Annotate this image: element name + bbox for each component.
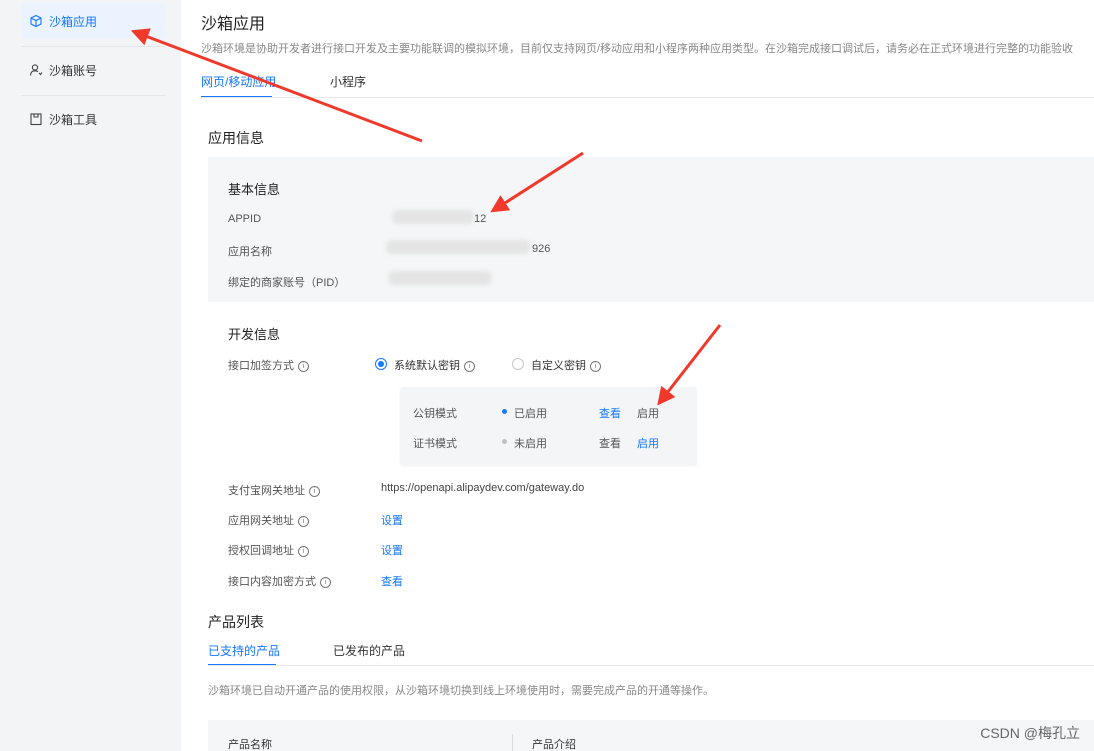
section-title-products: 产品列表 [208,614,264,630]
public-key-enable-text: 启用 [637,408,659,420]
key-mode-box: 公钥模式 已启用 查看 启用 证书模式 未启用 查看 启用 [400,387,697,465]
cert-mode-enable-link[interactable]: 启用 [637,435,659,451]
appid-value: 12 [474,213,487,225]
status-dot-disabled [502,439,507,444]
column-product-name: 产品名称 [228,739,272,751]
app-gateway-label: 应用网关地址 i [228,512,309,528]
info-icon[interactable]: i [590,361,601,372]
main-content: 沙箱应用 沙箱环境是协助开发者进行接口开发及主要功能联调的模拟环境，目前仅支持网… [181,0,1094,751]
encrypt-view-link[interactable]: 查看 [381,573,403,589]
encrypt-label-text: 接口内容加密方式 [228,576,316,588]
info-icon[interactable]: i [464,361,475,372]
tab-published-products[interactable]: 已发布的产品 [333,642,405,659]
sidebar-item-sandbox-app[interactable]: 沙箱应用 [21,3,165,39]
products-table-header: 产品名称 产品介绍 [208,720,1094,751]
pid-label: 绑定的商家账号（PID） [228,277,346,289]
gateway-label-text: 支付宝网关地址 [228,485,305,497]
callback-label-text: 授权回调地址 [228,545,294,557]
sidebar-item-sandbox-tools[interactable]: 沙箱工具 [21,101,165,137]
tab-supported-products[interactable]: 已支持的产品 [208,642,280,659]
sidebar-divider [21,95,165,96]
products-note: 沙箱环境已自动开通产品的使用权限，从沙箱环境切换到线上环境使用时，需要完成产品的… [208,685,714,697]
app-gateway-label-text: 应用网关地址 [228,515,294,527]
tab-web-mobile-app[interactable]: 网页/移动应用 [201,73,276,90]
sidebar-item-label: 沙箱账号 [49,63,98,78]
appid-label: APPID [228,213,262,225]
option-custom-key[interactable]: 自定义密钥 i [531,357,601,373]
app-name-label: 应用名称 [228,246,272,258]
redacted-appid [392,210,474,224]
sidebar: 沙箱应用 沙箱账号 沙箱工具 [0,0,181,751]
info-icon[interactable]: i [309,486,320,497]
cert-mode-status: 未启用 [514,438,547,450]
sidebar-item-label: 沙箱工具 [49,112,98,127]
toolbox-icon [29,112,43,126]
redacted-app-name [386,240,530,254]
watermark: CSDN @梅孔立 [980,725,1080,741]
app-gateway-set-link[interactable]: 设置 [381,512,403,528]
page-title: 沙箱应用 [201,16,266,33]
gateway-url: https://openapi.alipaydev.com/gateway.do [381,482,585,494]
status-dot-enabled [502,409,507,414]
cert-mode-label: 证书模式 [413,438,457,450]
sidebar-item-label: 沙箱应用 [49,14,98,29]
products-tab-divider [208,665,1094,666]
section-title-app-info: 应用信息 [208,130,264,146]
radio-custom-key[interactable] [512,358,524,370]
sidebar-divider [21,46,165,47]
user-icon [29,63,43,77]
app-name-value: 926 [532,243,551,255]
gateway-label: 支付宝网关地址 i [228,482,320,498]
callback-label: 授权回调地址 i [228,542,309,558]
basic-info-title: 基本信息 [228,182,281,197]
sign-method-label: 接口加签方式 i [228,357,309,373]
info-icon[interactable]: i [298,546,309,557]
public-key-view-link[interactable]: 查看 [599,405,621,421]
redacted-pid [388,271,492,285]
info-icon[interactable]: i [320,577,331,588]
sidebar-item-sandbox-account[interactable]: 沙箱账号 [21,52,165,88]
cert-mode-view-text: 查看 [599,438,621,450]
tab-mini-program[interactable]: 小程序 [330,73,366,90]
page-description: 沙箱环境是协助开发者进行接口开发及主要功能联调的模拟环境，目前仅支持网页/移动应… [201,43,1074,55]
info-icon[interactable]: i [298,516,309,527]
dev-info-title: 开发信息 [228,327,281,342]
tab-divider [201,97,1094,98]
option-label: 自定义密钥 [531,360,586,372]
public-key-status: 已启用 [514,408,547,420]
encrypt-label: 接口内容加密方式 i [228,573,331,589]
option-system-default-key[interactable]: 系统默认密钥 i [394,357,475,373]
callback-set-link[interactable]: 设置 [381,542,403,558]
column-divider [512,734,513,751]
sign-method-text: 接口加签方式 [228,360,294,372]
option-label: 系统默认密钥 [394,360,460,372]
cube-icon [29,14,43,28]
public-key-mode-label: 公钥模式 [413,408,457,420]
radio-system-default-key[interactable] [375,358,387,370]
info-icon[interactable]: i [298,361,309,372]
basic-info-panel: 基本信息 APPID 12 应用名称 926 绑定的商家账号（PID） [208,157,1094,302]
column-product-intro: 产品介绍 [532,739,576,751]
